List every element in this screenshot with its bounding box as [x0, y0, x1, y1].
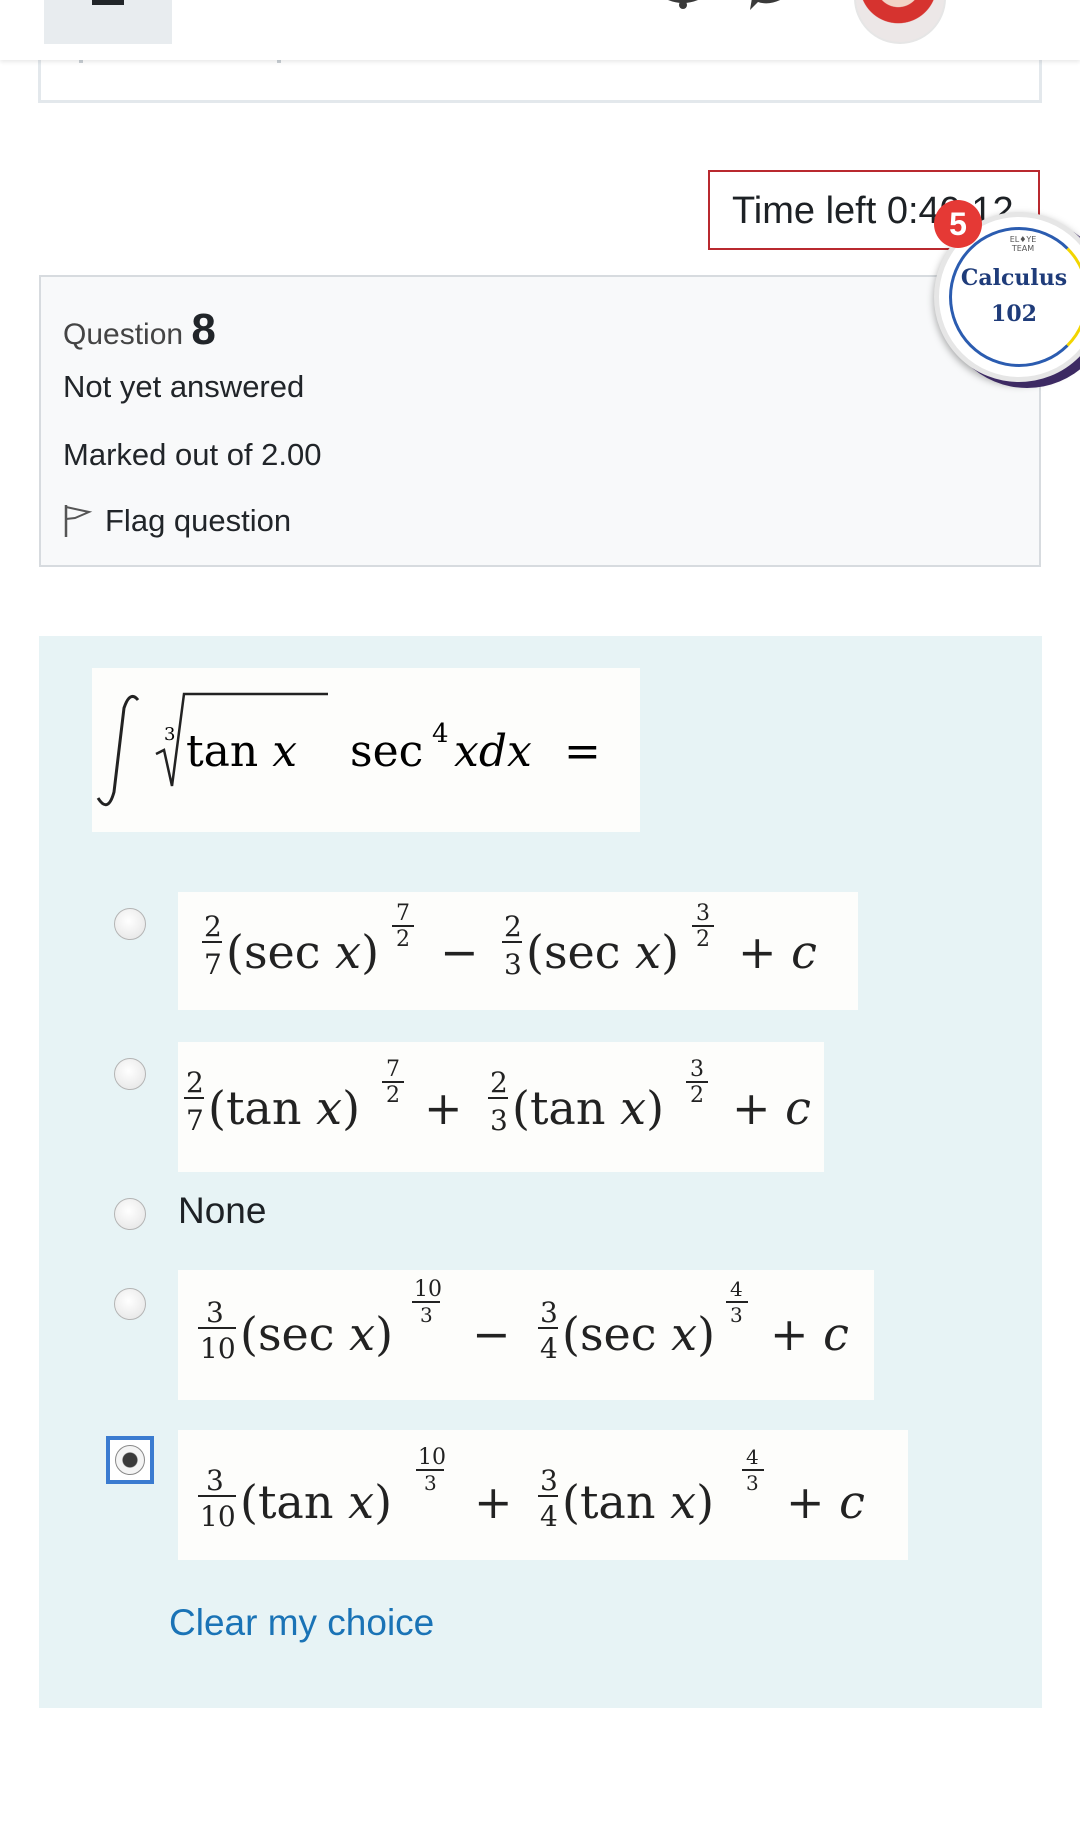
answer-radio-5-selected[interactable] [106, 1436, 154, 1484]
svg-text:3: 3 [424, 1471, 437, 1495]
svg-text:(tan x): (tan x) [562, 1475, 714, 1529]
svg-text:(sec x): (sec x) [240, 1307, 393, 1361]
svg-text:3: 3 [490, 1104, 508, 1137]
svg-text:tan x: tan x [186, 726, 297, 777]
svg-text:(tan x): (tan x) [512, 1081, 664, 1135]
question-marks: Marked out of 2.00 [63, 437, 322, 472]
svg-text:2: 2 [690, 1083, 704, 1108]
svg-text:+ c: + c [738, 925, 817, 979]
svg-text:−: − [440, 925, 479, 979]
svg-text:3: 3 [206, 1464, 224, 1497]
svg-text:3: 3 [206, 1296, 224, 1329]
svg-text:3: 3 [696, 901, 710, 926]
answer-option-4-expression: 310 (sec x) 103 − 34 (sec x) 43 + c [198, 1277, 849, 1365]
flag-question-link[interactable]: Flag question [63, 499, 291, 543]
svg-text:+: + [474, 1475, 513, 1529]
user-avatar[interactable] [854, 0, 946, 44]
badge-number: 102 [991, 301, 1037, 327]
svg-text:+ c: + c [770, 1307, 849, 1361]
svg-text:+: + [424, 1081, 463, 1135]
svg-text:2: 2 [696, 927, 710, 952]
flag-icon [64, 505, 93, 537]
answer-option-4-image[interactable]: 3 10 (sec x) 10 3 − 34 (sec x) 43 + c [178, 1270, 874, 1400]
answer-option-1-image[interactable]: 27 (sec x) 72 − 23 (sec x) 32 + c [178, 892, 858, 1010]
svg-text:3: 3 [420, 1303, 433, 1327]
svg-text:(sec x): (sec x) [526, 925, 679, 979]
svg-text:3: 3 [504, 948, 522, 981]
question-image: 3 tan x sec 4 xdx = [92, 668, 640, 832]
svg-text:3: 3 [690, 1057, 704, 1082]
svg-text:7: 7 [386, 1057, 400, 1082]
radio-checked-dot [115, 1445, 145, 1475]
clear-my-choice-link[interactable]: Clear my choice [169, 1602, 434, 1644]
svg-text:xdx: xdx [454, 726, 532, 777]
svg-text:10: 10 [418, 1445, 446, 1470]
svg-text:+ c: + c [786, 1475, 865, 1529]
answer-option-1-expression: 27 (sec x) 72 − 23 (sec x) 32 + c [202, 901, 817, 981]
answer-option-2-image[interactable]: 27 (tan x) 72 + 23 (tan x) 32 + c [178, 1042, 824, 1172]
svg-text:3: 3 [540, 1296, 558, 1329]
answer-radio-3[interactable] [114, 1198, 146, 1230]
svg-text:2: 2 [386, 1083, 400, 1108]
svg-text:2: 2 [504, 910, 522, 943]
svg-text:10: 10 [414, 1277, 442, 1302]
svg-text:7: 7 [396, 901, 410, 926]
svg-text:10: 10 [200, 1500, 236, 1533]
svg-text:4: 4 [432, 719, 449, 749]
svg-text:4: 4 [730, 1277, 743, 1301]
svg-text:=: = [564, 726, 601, 777]
svg-text:2: 2 [204, 910, 222, 943]
menu-icon [92, 0, 124, 5]
svg-text:4: 4 [746, 1445, 759, 1469]
svg-text:(tan x): (tan x) [240, 1475, 392, 1529]
badge-title: Calculus [960, 265, 1068, 291]
question-label: Question [63, 318, 184, 351]
notification-count-badge: 5 [934, 200, 982, 248]
svg-text:2: 2 [490, 1066, 508, 1099]
bell-icon[interactable] [664, 0, 702, 10]
answer-radio-1[interactable] [114, 908, 146, 940]
previous-content-box [38, 58, 1042, 103]
answer-option-3-label[interactable]: None [178, 1190, 266, 1232]
svg-text:3: 3 [730, 1303, 743, 1327]
svg-text:3: 3 [746, 1471, 759, 1495]
svg-text:7: 7 [186, 1104, 204, 1137]
svg-text:4: 4 [540, 1500, 558, 1533]
top-navbar [0, 0, 1080, 60]
svg-text:4: 4 [540, 1332, 558, 1365]
svg-text:(sec x): (sec x) [226, 925, 379, 979]
badge-team-text: EL♦YE TEAM [1009, 235, 1037, 253]
integral-expression: 3 tan x sec 4 xdx = [96, 692, 601, 807]
svg-text:sec: sec [350, 726, 423, 777]
question-heading: Question 8 [63, 305, 216, 355]
svg-text:+ c: + c [732, 1081, 811, 1135]
answer-radio-2[interactable] [114, 1058, 146, 1090]
question-status: Not yet answered [63, 369, 305, 404]
answer-option-5-expression: 310 (tan x) 103 + 34 (tan x) 43 + c [198, 1445, 865, 1533]
chat-icon[interactable] [748, 0, 788, 12]
svg-text:2: 2 [396, 927, 410, 952]
svg-text:10: 10 [200, 1332, 236, 1365]
answer-option-2-expression: 27 (tan x) 72 + 23 (tan x) 32 + c [184, 1057, 811, 1137]
flag-question-label: Flag question [105, 503, 292, 538]
svg-text:−: − [472, 1307, 511, 1361]
menu-toggle-button[interactable] [44, 0, 172, 44]
svg-text:3: 3 [164, 724, 175, 745]
answer-radio-4[interactable] [114, 1288, 146, 1320]
svg-text:7: 7 [204, 948, 222, 981]
svg-text:(tan x): (tan x) [208, 1081, 360, 1135]
answer-option-5-image[interactable]: 3 10 (tan x) 10 3 + 34 (tan x) 43 + c [178, 1430, 908, 1560]
svg-text:(sec x): (sec x) [562, 1307, 715, 1361]
question-number: 8 [191, 305, 216, 354]
question-info-box: Question 8 Not yet answered Marked out o… [39, 275, 1041, 567]
svg-text:3: 3 [540, 1464, 558, 1497]
question-answer-area: 3 tan x sec 4 xdx = 27 (sec x) 72 − 23 (… [39, 636, 1042, 1708]
svg-text:2: 2 [186, 1066, 204, 1099]
